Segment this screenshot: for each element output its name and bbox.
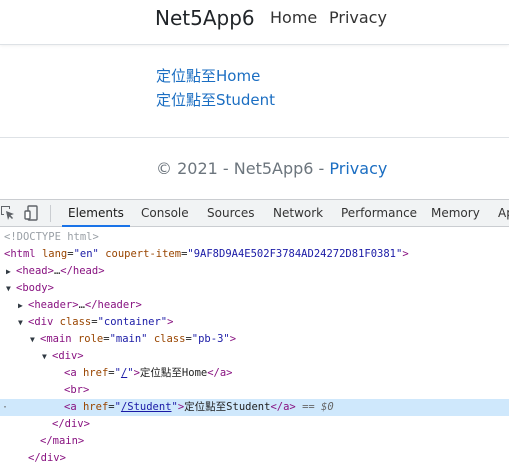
main-content: 定位點至Home 定位點至Student [156,64,275,112]
dom-node-div[interactable]: ▼ <div> [0,348,509,365]
a-tag-name: a [70,367,77,379]
dom-node-div-close[interactable]: </div> [0,416,509,433]
attr-href-name: href [82,367,109,379]
tab-application-truncated[interactable]: Ap [498,200,509,227]
collapse-triangle-icon[interactable]: ▼ [18,314,28,331]
attr-coupert-value: "9AF8D9A4E502F3784AD24272D81F0381" [187,248,403,260]
attr-lang-value: "en" [73,248,99,260]
head-close-tag: </head> [60,265,105,277]
selected-node-marker: == $0 [302,401,334,413]
tab-console[interactable]: Console [141,200,189,227]
a-tag-name: a [70,401,77,413]
nav-privacy-link[interactable]: Privacy [329,8,387,27]
tab-performance[interactable]: Performance [341,200,417,227]
header-close-tag: </header> [84,299,142,311]
devtools-tabbar: Elements Console Sources Network Perform… [0,200,509,227]
href-student-link[interactable]: /Student [121,401,172,413]
tab-sources[interactable]: Sources [207,200,254,227]
dom-node-div-container-close[interactable]: </div> [0,450,509,467]
footer-privacy-link[interactable]: Privacy [329,159,387,178]
attr-role-name: role [77,333,104,345]
a-student-text: 定位點至Student [184,401,271,413]
head-open-tag: <head> [16,265,54,277]
dom-node-body[interactable]: ▼ <body> [0,280,509,297]
attr-coupert-name: coupert-item [105,248,182,260]
dom-node-div-container[interactable]: ▼ <div class="container"> [0,314,509,331]
dom-node-a-student-selected[interactable]: · <a href="/Student">定位點至Student</a> == … [0,399,509,416]
nav-home-link[interactable]: Home [270,8,317,27]
body-open-tag: <body> [16,282,54,294]
attr-lang-name: lang [41,248,68,260]
attr-class-name: class [59,316,92,328]
page-viewport: Net5App6 Home Privacy 定位點至Home 定位點至Stude… [0,0,509,199]
attr-href-name: href [82,401,109,413]
dom-node-head[interactable]: ▶ <head>…</head> [0,263,509,280]
a-close-tag: </a> [207,367,233,379]
selection-dots-icon[interactable]: · [2,399,8,416]
anchor-student-link[interactable]: 定位點至Student [156,88,275,112]
tab-network[interactable]: Network [273,200,323,227]
dom-tree[interactable]: <!DOCTYPE html> <html lang="en" coupert-… [0,227,509,470]
expand-triangle-icon[interactable]: ▶ [6,263,16,280]
collapse-triangle-icon[interactable]: ▼ [6,280,16,297]
navbar: Net5App6 Home Privacy [0,0,509,45]
attr-class-name: class [153,333,186,345]
dom-node-doctype[interactable]: <!DOCTYPE html> [0,229,509,246]
div-tag-name: div [34,316,54,328]
dom-node-header[interactable]: ▶ <header>…</header> [0,297,509,314]
dom-node-html[interactable]: <html lang="en" coupert-item="9AF8D9A4E5… [0,246,509,263]
collapse-triangle-icon[interactable]: ▼ [30,331,40,348]
doctype-text: <!DOCTYPE html> [4,231,99,243]
brand-link[interactable]: Net5App6 [155,6,255,30]
dom-node-main-close[interactable]: </main> [0,433,509,450]
href-home-link[interactable]: / [121,367,127,379]
main-close-tag: </main> [40,435,85,447]
div-open-tag: <div> [52,350,84,362]
div-close-tag: </div> [52,418,90,430]
attr-class-value: "pb-3" [191,333,230,345]
dom-node-main[interactable]: ▼ <main role="main" class="pb-3"> [0,331,509,348]
br-tag: <br> [64,384,90,396]
dom-node-br[interactable]: <br> [0,382,509,399]
div-close-tag: </div> [28,452,66,464]
inspect-element-icon[interactable] [0,205,16,221]
device-toggle-icon[interactable] [24,205,40,221]
header-open-tag: <header> [28,299,79,311]
footer-copyright: © 2021 - Net5App6 - [156,159,330,178]
attr-class-value: "container" [97,316,168,328]
html-tag-name: html [10,248,36,260]
tab-elements[interactable]: Elements [62,200,130,227]
dom-node-a-home[interactable]: <a href="/">定位點至Home</a> [0,365,509,382]
main-tag-name: main [46,333,72,345]
expand-triangle-icon[interactable]: ▶ [18,297,28,314]
footer-text: © 2021 - Net5App6 - Privacy [156,159,387,178]
devtools-panel: Elements Console Sources Network Perform… [0,199,509,470]
tab-memory[interactable]: Memory [431,200,480,227]
collapse-triangle-icon[interactable]: ▼ [42,348,52,365]
a-home-text: 定位點至Home [139,367,208,379]
anchor-home-link[interactable]: 定位點至Home [156,64,275,88]
attr-role-value: "main" [109,333,148,345]
footer: © 2021 - Net5App6 - Privacy [0,137,509,199]
a-close-tag: </a> [270,401,296,413]
toolbar-divider [50,205,51,222]
